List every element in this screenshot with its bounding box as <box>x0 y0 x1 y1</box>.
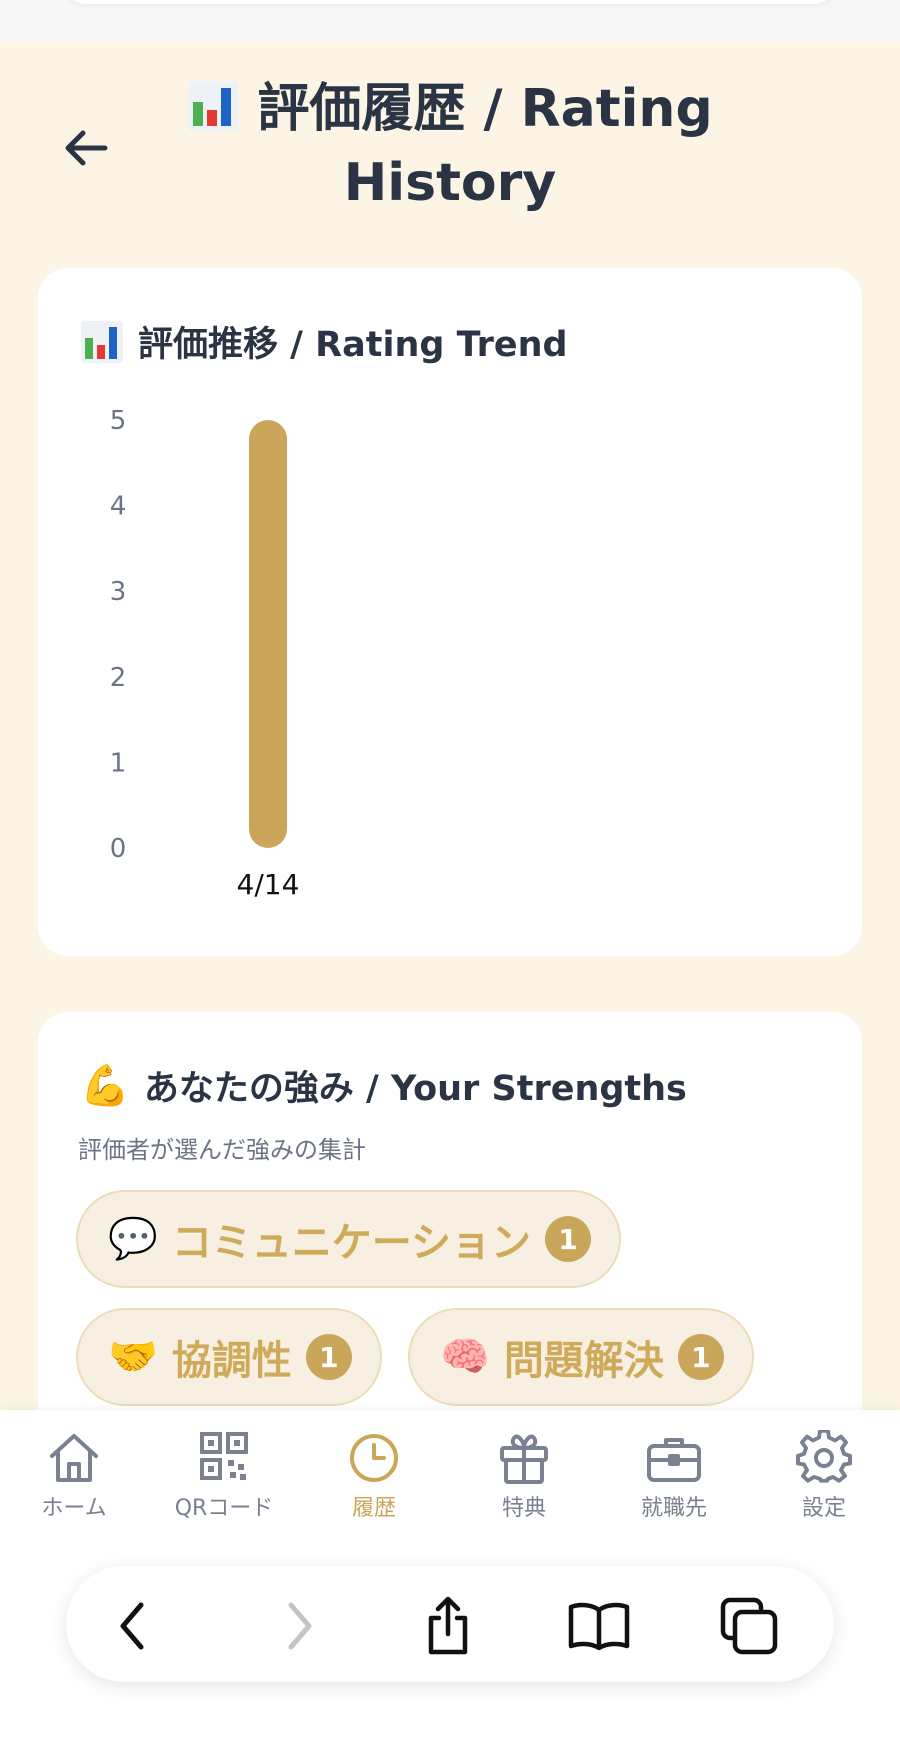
strength-count-badge: 1 <box>545 1216 592 1262</box>
share-icon <box>428 1596 468 1655</box>
tab-label: QRコード <box>174 1496 274 1521</box>
chevron-left-icon <box>120 1602 144 1650</box>
qr-code-icon <box>200 1432 248 1480</box>
strength-tag-teamwork[interactable]: 🤝 協調性 1 <box>76 1308 382 1406</box>
rating-trend-title: 評価推移 / Rating Trend <box>80 316 568 367</box>
bar-chart-icon <box>187 78 239 131</box>
top-remnant <box>0 0 900 42</box>
tab-home[interactable]: ホーム <box>9 1430 139 1540</box>
rating-trend-title-text: 評価推移 / Rating Trend <box>138 325 568 365</box>
tab-benefits[interactable]: 特典 <box>459 1430 589 1540</box>
strength-count-badge: 1 <box>677 1334 724 1380</box>
back-button[interactable] <box>58 120 114 176</box>
browser-tabs-button[interactable] <box>714 1596 784 1656</box>
bar-chart-icon <box>80 320 124 364</box>
tab-label: ホーム <box>41 1496 107 1521</box>
tab-qr-code[interactable]: QRコード <box>159 1430 289 1540</box>
strength-tag-communication[interactable]: 💬 コミュニケーション 1 <box>76 1190 622 1288</box>
browser-share-button[interactable] <box>413 1596 483 1656</box>
tab-label: 特典 <box>501 1496 546 1521</box>
y-tick-label: 2 <box>110 663 127 693</box>
strength-tag-label: コミュニケーション <box>171 1220 532 1266</box>
bottom-tab-bar: ホーム QRコード 履歴 特典 就職先 設定 <box>0 1410 900 1550</box>
y-tick-label: 0 <box>110 834 127 864</box>
tabs-icon <box>720 1597 778 1655</box>
page-title: 評価履歴 / Rating History <box>150 72 750 220</box>
browser-toolbar-pill <box>66 1566 834 1682</box>
strength-tag-label: 問題解決 <box>503 1338 664 1384</box>
browser-toolbar <box>0 1550 900 1749</box>
handshake-icon: 🤝 <box>108 1334 158 1380</box>
tab-label: 就職先 <box>640 1496 707 1521</box>
gift-icon <box>500 1434 548 1484</box>
page-title-text: 評価履歴 / Rating History <box>257 79 713 213</box>
book-icon <box>568 1602 630 1651</box>
tab-history[interactable]: 履歴 <box>309 1430 439 1540</box>
arrow-left-icon <box>65 130 108 166</box>
y-tick-label: 3 <box>110 577 127 607</box>
chart-bar[interactable] <box>249 420 287 848</box>
chevron-right-icon <box>288 1602 312 1650</box>
browser-forward-button[interactable] <box>264 1596 334 1656</box>
y-tick-label: 1 <box>110 748 127 778</box>
strengths-title: 💪 あなたの強み / Your Strengths <box>80 1060 687 1111</box>
x-tick-label: 4/14 <box>237 868 300 901</box>
brain-icon: 🧠 <box>440 1334 490 1380</box>
top-remnant-pill <box>62 0 838 4</box>
strength-count-badge: 1 <box>305 1334 352 1380</box>
strengths-card: 💪 あなたの強み / Your Strengths 評価者が選んだ強みの集計 💬… <box>38 1012 862 1410</box>
tab-label: 履歴 <box>351 1496 396 1521</box>
strengths-title-text: あなたの強み / Your Strengths <box>143 1069 687 1109</box>
browser-back-button[interactable] <box>98 1596 168 1656</box>
tab-label: 設定 <box>801 1496 846 1521</box>
clock-icon <box>350 1434 398 1482</box>
rating-trend-chart: 0 1 2 3 4 5 4/14 <box>110 406 300 901</box>
gear-icon <box>796 1430 852 1483</box>
y-tick-label: 5 <box>110 406 127 436</box>
speech-bubble-icon: 💬 <box>108 1216 158 1262</box>
browser-bookmarks-button[interactable] <box>564 1596 634 1656</box>
tab-employers[interactable]: 就職先 <box>609 1430 739 1540</box>
strength-tag-label: 協調性 <box>171 1338 292 1384</box>
strength-tag-problem-solving[interactable]: 🧠 問題解決 1 <box>408 1308 754 1406</box>
strengths-subtitle: 評価者が選んだ強みの集計 <box>78 1136 366 1164</box>
flexed-biceps-icon: 💪 <box>80 1062 130 1109</box>
app-screen: 評価履歴 / Rating History 評価推移 / Rating Tren… <box>0 42 900 1410</box>
y-tick-label: 4 <box>110 492 127 522</box>
rating-trend-card: 評価推移 / Rating Trend 0 1 2 3 4 5 4/14 <box>38 268 862 956</box>
tab-settings[interactable]: 設定 <box>759 1430 889 1540</box>
home-icon <box>50 1434 98 1482</box>
briefcase-icon <box>647 1438 701 1482</box>
